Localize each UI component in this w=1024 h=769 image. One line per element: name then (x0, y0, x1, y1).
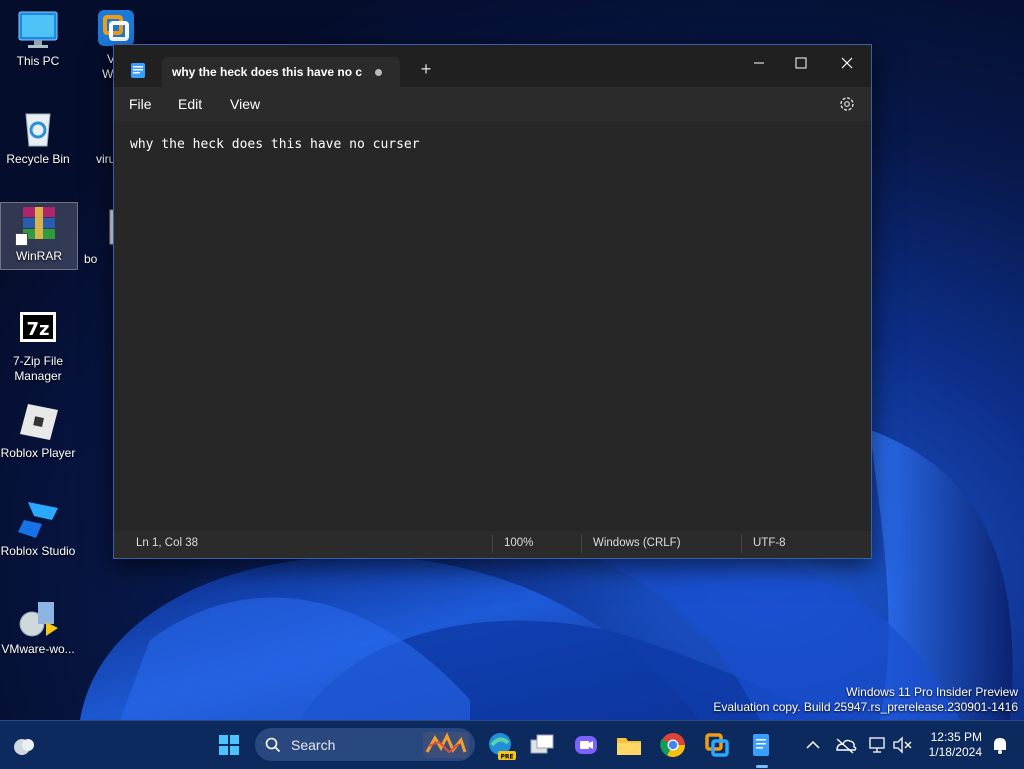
desktop-icon-vmware-installer[interactable]: VMware-wo... (0, 596, 76, 657)
volume-muted-icon[interactable] (886, 729, 918, 761)
status-line-ending[interactable]: Windows (CRLF) (593, 537, 681, 549)
desktop-icon-label: This PC (16, 54, 60, 68)
menu-file[interactable]: File (129, 96, 152, 112)
recycle-bin-icon (25, 113, 51, 147)
desktop-icon-recycle-bin[interactable]: Recycle Bin (0, 106, 76, 167)
unsaved-dot-icon[interactable] (375, 69, 382, 76)
close-button[interactable] (824, 49, 870, 77)
status-bar: Ln 1, Col 38 100% Windows (CRLF) UTF-8 (114, 531, 871, 558)
desktop-icon-label: VMware-wo... (1, 642, 75, 656)
new-tab-button[interactable]: + (416, 59, 436, 80)
shortcut-arrow-icon (15, 233, 28, 246)
watermark-line1: Windows 11 Pro Insider Preview (846, 685, 1018, 699)
title-bar[interactable]: why the heck does this have no cur + (114, 45, 871, 87)
svg-text:7z: 7z (26, 319, 49, 340)
svg-text:PRE: PRE (500, 754, 513, 761)
tab-title: why the heck does this have no cur (172, 65, 362, 79)
status-encoding[interactable]: UTF-8 (753, 537, 786, 549)
search-icon (265, 737, 281, 753)
7zip-icon: 7z (20, 312, 56, 342)
gear-icon[interactable] (838, 95, 856, 113)
notepad-window[interactable]: why the heck does this have no cur + Fil… (113, 44, 872, 559)
roblox-player-icon (20, 404, 58, 440)
monitor-icon (18, 11, 58, 48)
minimize-button[interactable] (736, 49, 782, 77)
notification-bell-icon[interactable] (984, 729, 1016, 761)
vmware-icon[interactable] (701, 729, 733, 761)
search-box[interactable]: Search (255, 728, 475, 761)
taskbar: Search PRE 12:35 PM 1/18/2024 (0, 720, 1024, 769)
desktop-icon-label: WinRAR (15, 249, 62, 263)
maximize-button[interactable] (778, 49, 824, 77)
search-highlight-icon (423, 732, 469, 758)
menu-edit[interactable]: Edit (178, 96, 202, 112)
search-placeholder: Search (291, 737, 336, 753)
clock-date: 1/18/2024 (928, 745, 982, 759)
desktop-icon-7zip[interactable]: 7z 7-Zip File Manager (0, 308, 76, 384)
menu-view[interactable]: View (230, 96, 260, 112)
file-explorer-icon[interactable] (613, 729, 645, 761)
roblox-studio-icon (18, 502, 58, 538)
task-view-icon[interactable] (526, 729, 558, 761)
system-clock[interactable]: 12:35 PM 1/18/2024 (918, 730, 982, 760)
clock-time: 12:35 PM (930, 730, 982, 744)
editor-content[interactable]: why the heck does this have no curser (130, 137, 420, 152)
status-position: Ln 1, Col 38 (136, 537, 199, 549)
build-watermark: Windows 11 Pro Insider Preview Evaluatio… (713, 685, 1018, 715)
weather-widget-icon[interactable] (8, 729, 40, 761)
desktop-icon-this-pc[interactable]: This PC (0, 8, 76, 69)
desktop-icon-label: Roblox Player (0, 446, 76, 460)
installer-icon (19, 602, 58, 637)
desktop-icon-winrar[interactable]: WinRAR (0, 202, 78, 270)
notepad-icon (131, 63, 145, 78)
onedrive-icon[interactable] (829, 729, 861, 761)
edge-beta-icon[interactable]: PRE (484, 729, 516, 761)
menu-bar: File Edit View (114, 87, 871, 121)
desktop-icon-roblox-player[interactable]: Roblox Player (0, 400, 76, 461)
chevron-up-icon[interactable] (797, 729, 829, 761)
desktop-icon-label: Roblox Studio (0, 544, 76, 558)
teams-chat-icon[interactable] (570, 729, 602, 761)
status-zoom[interactable]: 100% (504, 537, 533, 549)
chrome-icon[interactable] (657, 729, 689, 761)
tab-document[interactable]: why the heck does this have no cur (162, 57, 400, 87)
desktop-icon-label: 7-Zip File Manager (12, 354, 63, 383)
desktop-icon-label: Recycle Bin (6, 152, 70, 166)
watermark-line2: Evaluation copy. Build 25947.rs_prerelea… (713, 700, 1018, 714)
desktop-icon-roblox-studio[interactable]: Roblox Studio (0, 498, 76, 559)
text-editor[interactable]: why the heck does this have no curser (114, 121, 871, 531)
start-icon[interactable] (213, 729, 245, 761)
notepad-icon[interactable] (745, 729, 777, 761)
